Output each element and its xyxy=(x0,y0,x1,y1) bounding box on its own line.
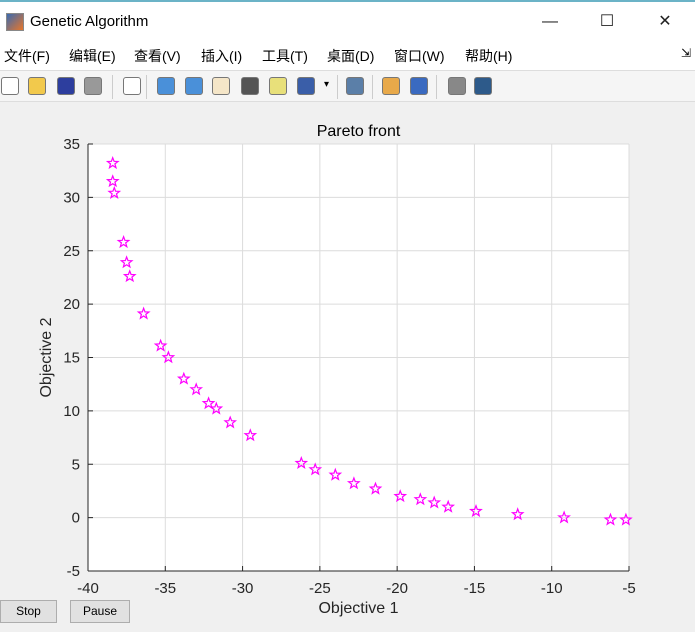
zoom-out-icon[interactable] xyxy=(185,77,203,95)
open-folder-icon[interactable] xyxy=(28,77,46,95)
x-tick-label: -40 xyxy=(77,580,99,597)
brush-dropdown-icon[interactable]: ▾ xyxy=(324,79,332,99)
brush-icon[interactable] xyxy=(297,77,315,95)
y-tick-label: 35 xyxy=(63,136,80,153)
print-icon[interactable] xyxy=(84,77,102,95)
menu-desktop[interactable]: 桌面(D) xyxy=(327,46,374,66)
close-button[interactable]: ✕ xyxy=(650,10,680,34)
window-title: Genetic Algorithm xyxy=(30,13,149,30)
x-axis-label: Objective 1 xyxy=(318,600,398,617)
toolbar-separator xyxy=(112,75,113,99)
link-plot-icon[interactable] xyxy=(346,77,364,95)
new-file-icon[interactable] xyxy=(1,77,19,95)
rotate-3d-icon[interactable] xyxy=(241,77,259,95)
y-tick-label: 15 xyxy=(63,350,80,367)
toolbar-separator xyxy=(372,75,373,99)
matlab-icon xyxy=(6,13,24,31)
stop-button[interactable]: Stop xyxy=(0,600,57,623)
y-tick-label: 5 xyxy=(72,456,80,473)
x-tick-label: -25 xyxy=(309,580,331,597)
toolbar-separator xyxy=(436,75,437,99)
menu-insert[interactable]: 插入(I) xyxy=(201,46,242,66)
zoom-in-icon[interactable] xyxy=(157,77,175,95)
title-bar: Genetic Algorithm — ☐ ✕ xyxy=(0,0,695,40)
y-tick-label: 10 xyxy=(63,403,80,420)
chart-title: Pareto front xyxy=(317,123,401,140)
pointer-icon[interactable] xyxy=(123,77,141,95)
pin-icon[interactable]: ⇲ xyxy=(681,46,691,60)
menu-edit[interactable]: 编辑(E) xyxy=(69,46,116,66)
x-tick-label: -35 xyxy=(154,580,176,597)
x-tick-label: -5 xyxy=(622,580,635,597)
menu-window[interactable]: 窗口(W) xyxy=(394,46,445,66)
toolbar-separator xyxy=(146,75,147,99)
menu-bar: 文件(F) 编辑(E) 查看(V) 插入(I) 工具(T) 桌面(D) 窗口(W… xyxy=(0,40,695,70)
pause-button[interactable]: Pause xyxy=(70,600,130,623)
menu-tools[interactable]: 工具(T) xyxy=(262,46,308,66)
data-cursor-icon[interactable] xyxy=(269,77,287,95)
y-tick-label: 25 xyxy=(63,243,80,260)
show-plot-tools-icon[interactable] xyxy=(474,77,492,95)
colorbar-icon[interactable] xyxy=(382,77,400,95)
y-tick-label: 0 xyxy=(72,510,80,527)
legend-icon[interactable] xyxy=(410,77,428,95)
menu-help[interactable]: 帮助(H) xyxy=(465,46,512,66)
menu-view[interactable]: 查看(V) xyxy=(134,46,181,66)
figure-canvas: -40 -35 -30 -25 -20 -15 -10 -5 -5 0 5 10 15 20 25 30 35 P… xyxy=(38,123,636,617)
y-tick-label: 20 xyxy=(63,296,80,313)
x-tick-label: -10 xyxy=(541,580,563,597)
y-tick-label: -5 xyxy=(67,563,80,580)
minimize-button[interactable]: — xyxy=(535,10,565,34)
x-tick-label: -15 xyxy=(464,580,486,597)
y-tick-label: 30 xyxy=(63,189,80,206)
y-axis-label: Objective 2 xyxy=(38,317,55,397)
x-tick-label: -20 xyxy=(386,580,408,597)
menu-file[interactable]: 文件(F) xyxy=(4,46,50,66)
maximize-button[interactable]: ☐ xyxy=(592,10,622,34)
toolbar-separator xyxy=(337,75,338,99)
toolbar: ▾ xyxy=(0,70,695,102)
save-icon[interactable] xyxy=(57,77,75,95)
hide-plot-tools-icon[interactable] xyxy=(448,77,466,95)
x-tick-label: -30 xyxy=(232,580,254,597)
pan-hand-icon[interactable] xyxy=(212,77,230,95)
